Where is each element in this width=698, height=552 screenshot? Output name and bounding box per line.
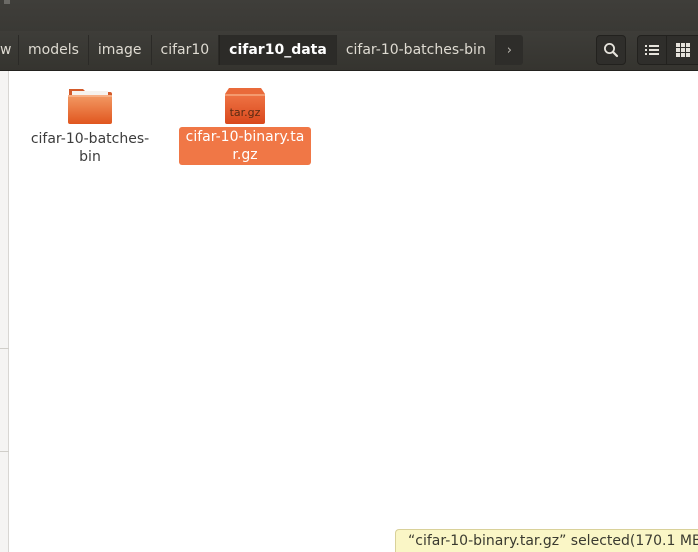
breadcrumb: w models image cifar10 cifar10_data cifa… — [0, 35, 523, 65]
file-item-archive[interactable]: tar.gz cifar-10-binary.tar.gz — [179, 84, 311, 165]
breadcrumb-item-cifar-10-batches-bin[interactable]: cifar-10-batches-bin — [337, 35, 496, 65]
status-size: (170.1 MB) — [629, 533, 698, 549]
breadcrumb-more-button[interactable]: › — [495, 35, 523, 65]
list-view-button[interactable] — [637, 35, 667, 65]
grid-view-icon — [675, 43, 690, 57]
file-name: cifar-10-batches-bin — [30, 131, 150, 165]
folder-icon — [66, 84, 114, 126]
chevron-right-icon: › — [506, 42, 512, 58]
search-button[interactable] — [596, 35, 626, 65]
status-bar: “cifar-10-binary.tar.gz” selected (170.1… — [395, 529, 698, 552]
breadcrumb-item-current[interactable]: cifar10_data — [219, 35, 337, 65]
sidebar-edge[interactable] — [0, 71, 9, 552]
file-name-selected: cifar-10-binary.tar.gz — [179, 127, 311, 165]
divider — [0, 348, 9, 349]
list-view-icon — [645, 45, 659, 55]
breadcrumb-item[interactable]: w — [0, 35, 19, 65]
archive-type-label: tar.gz — [229, 106, 261, 119]
file-item-folder[interactable]: cifar-10-batches-bin — [20, 84, 160, 167]
divider — [0, 451, 9, 452]
window-title-bar — [0, 0, 698, 31]
title-bar-edge — [4, 0, 10, 4]
archive-icon: tar.gz — [223, 84, 267, 126]
breadcrumb-item-models[interactable]: models — [19, 35, 89, 65]
breadcrumb-item-image[interactable]: image — [89, 35, 152, 65]
search-icon — [604, 43, 619, 58]
toolbar: w models image cifar10 cifar10_data cifa… — [0, 31, 698, 71]
grid-view-button[interactable] — [666, 35, 698, 65]
status-message: “cifar-10-binary.tar.gz” selected — [408, 533, 630, 549]
breadcrumb-item-cifar10[interactable]: cifar10 — [152, 35, 220, 65]
